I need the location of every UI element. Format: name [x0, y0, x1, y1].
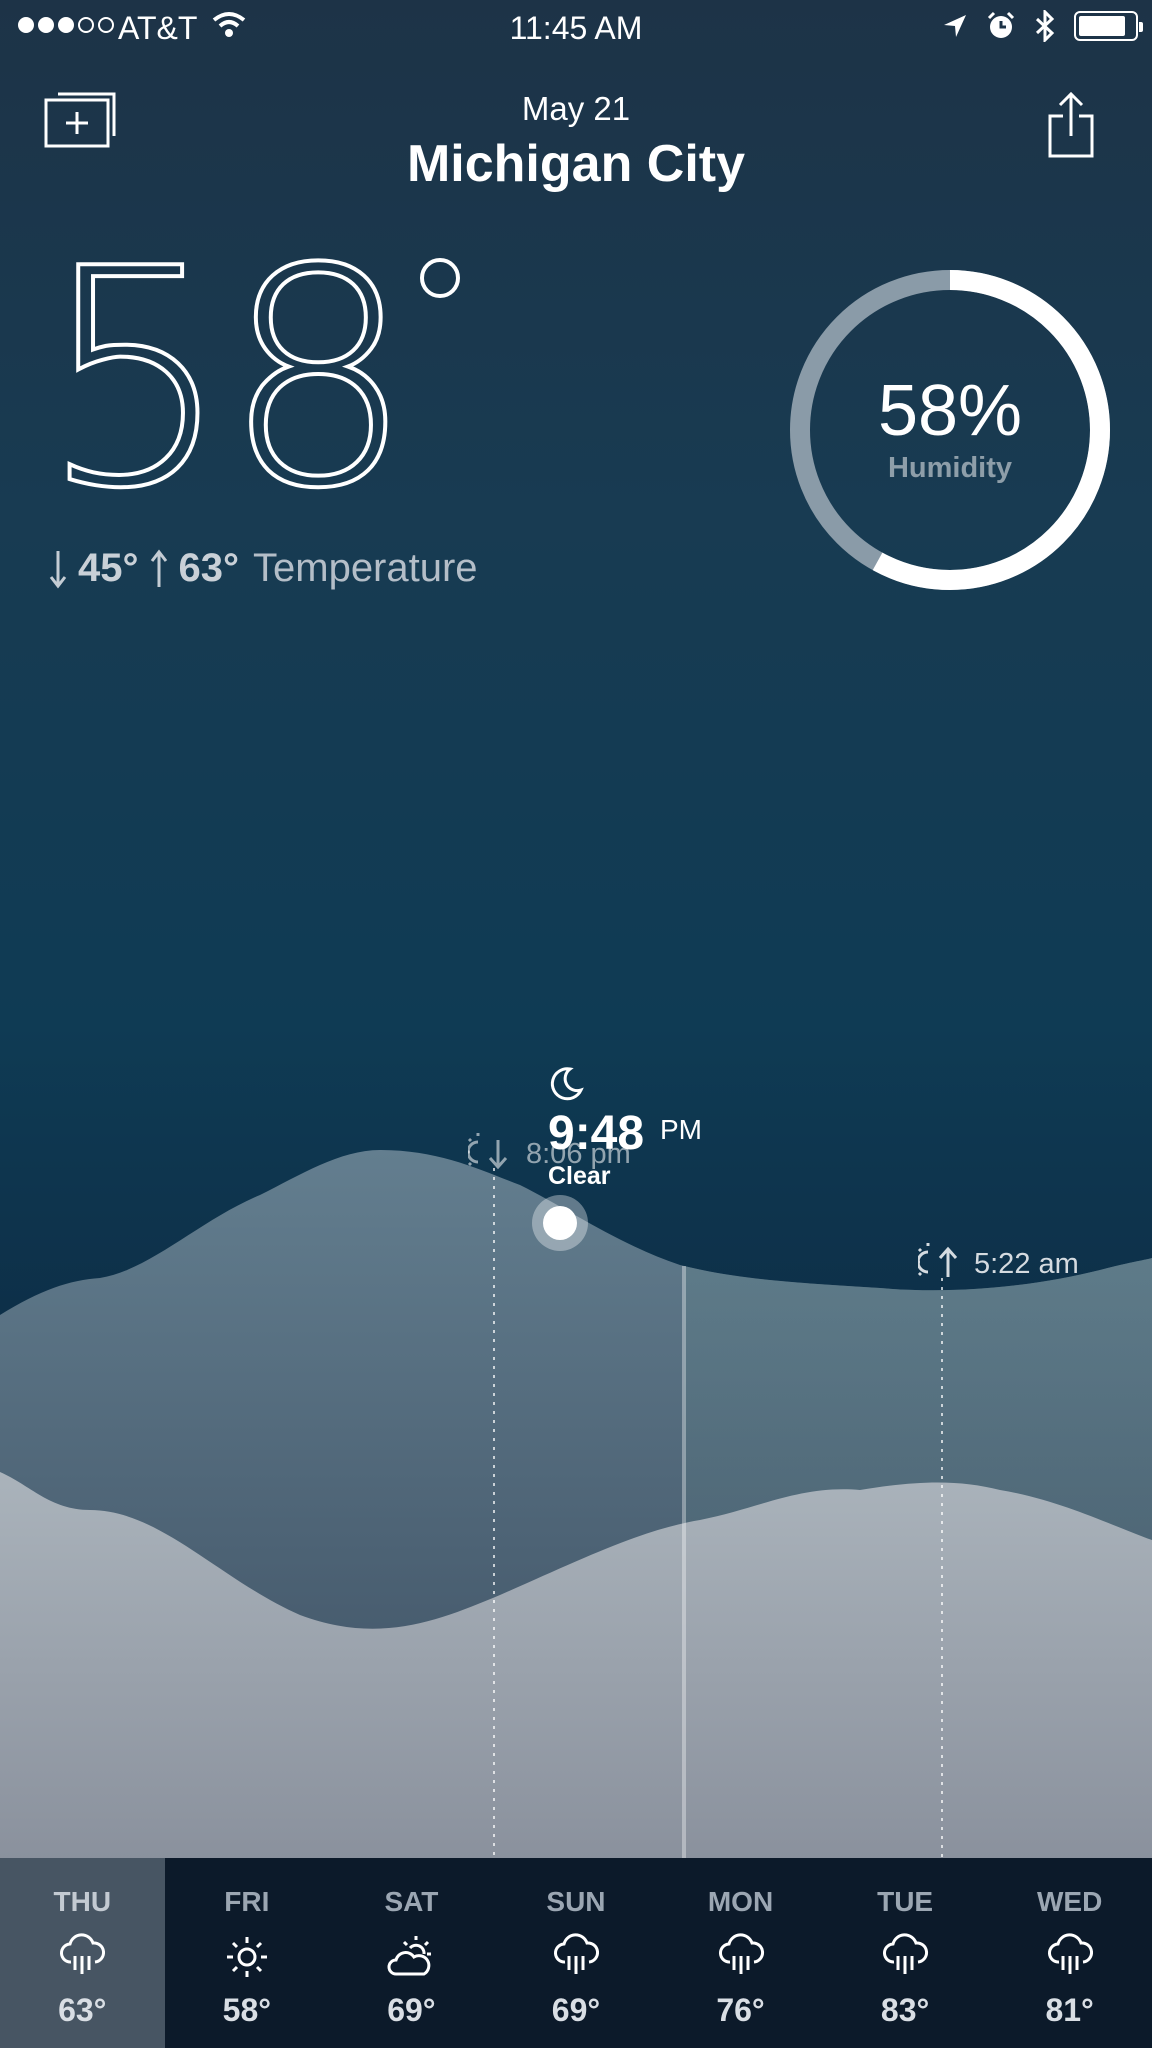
- sun-icon: [222, 1932, 272, 1982]
- humidity-label: Humidity: [887, 452, 1013, 484]
- forecast-day-tue[interactable]: TUE 83°: [823, 1858, 988, 2048]
- status-bar: AT&T 11:45 AM: [0, 0, 1152, 58]
- forecast-day-temp: 81°: [1045, 1992, 1094, 2028]
- forecast-day-fri[interactable]: FRI 58°: [165, 1858, 330, 2048]
- forecast-day-thu[interactable]: THU 63°: [0, 1858, 165, 2048]
- forecast-day-name: THU: [53, 1886, 112, 1917]
- forecast-day-temp: 69°: [551, 1992, 601, 2028]
- current-time-ampm: PM: [660, 1114, 702, 1145]
- rain-icon: [716, 1932, 766, 1982]
- moon-icon: [550, 1067, 584, 1101]
- forecast-day-name: WED: [1036, 1886, 1103, 1917]
- partly-cloudy-icon: [386, 1932, 436, 1982]
- forecast-day-name: TUE: [877, 1886, 934, 1917]
- forecast-day-name: MON: [707, 1886, 774, 1917]
- temperature-low: 45°: [78, 546, 139, 590]
- degree-symbol: [420, 258, 460, 298]
- alarm-icon: [987, 11, 1015, 38]
- temperature-label: Temperature: [253, 546, 478, 590]
- current-condition: Clear: [548, 1162, 611, 1190]
- rain-icon: [1045, 1932, 1095, 1982]
- current-temperature: 58: [38, 205, 416, 554]
- share-button[interactable]: [1046, 90, 1096, 160]
- forecast-day-sun[interactable]: SUN 69°: [494, 1858, 659, 2048]
- humidity-value: 58%: [877, 371, 1023, 451]
- arrow-up-icon: [150, 549, 167, 587]
- forecast-day-name: SUN: [546, 1886, 606, 1917]
- status-icons: [942, 10, 1143, 42]
- forecast-day-mon[interactable]: MON 76°: [658, 1858, 823, 2048]
- forecast-date: May 21: [521, 90, 631, 127]
- forecast-day-temp: 83°: [880, 1992, 930, 2028]
- temperature-high: 63°: [178, 546, 240, 590]
- battery-icon: [1074, 11, 1143, 41]
- sunrise-time: 5:22 am: [974, 1248, 1079, 1280]
- sunset-icon: [468, 1133, 508, 1170]
- location-arrow-icon: [944, 15, 966, 37]
- rain-icon: [57, 1932, 107, 1982]
- forecast-day-name: FRI: [224, 1886, 270, 1917]
- forecast-day-temp: 63°: [58, 1992, 107, 2028]
- forecast-day-sat[interactable]: SAT 69°: [329, 1858, 494, 2048]
- current-time: 9:48: [548, 1107, 645, 1160]
- bluetooth-icon: [1035, 10, 1055, 42]
- share-icon: [1048, 91, 1094, 158]
- forecast-day-temp: 69°: [387, 1992, 436, 2028]
- temperature-range: 45° 63° Temperature: [48, 546, 478, 591]
- forecast-day-wed[interactable]: WED 81°: [987, 1858, 1152, 2048]
- forecast-day-temp: 76°: [716, 1992, 765, 2028]
- rain-icon: [880, 1932, 930, 1982]
- forecast-day-temp: 58°: [222, 1992, 272, 2028]
- rain-icon: [551, 1932, 601, 1982]
- forecast-day-name: SAT: [384, 1886, 439, 1917]
- arrow-down-icon: [49, 550, 67, 588]
- city-name[interactable]: Michigan City: [0, 134, 1152, 194]
- timeline-scrubber-dot[interactable]: [543, 1206, 577, 1240]
- sunrise-icon: [918, 1243, 958, 1277]
- weekly-forecast: THU 63° FRI 58° SAT 69° SUN 69° MON 76° TUE 83° WED 8…: [0, 1858, 1152, 2048]
